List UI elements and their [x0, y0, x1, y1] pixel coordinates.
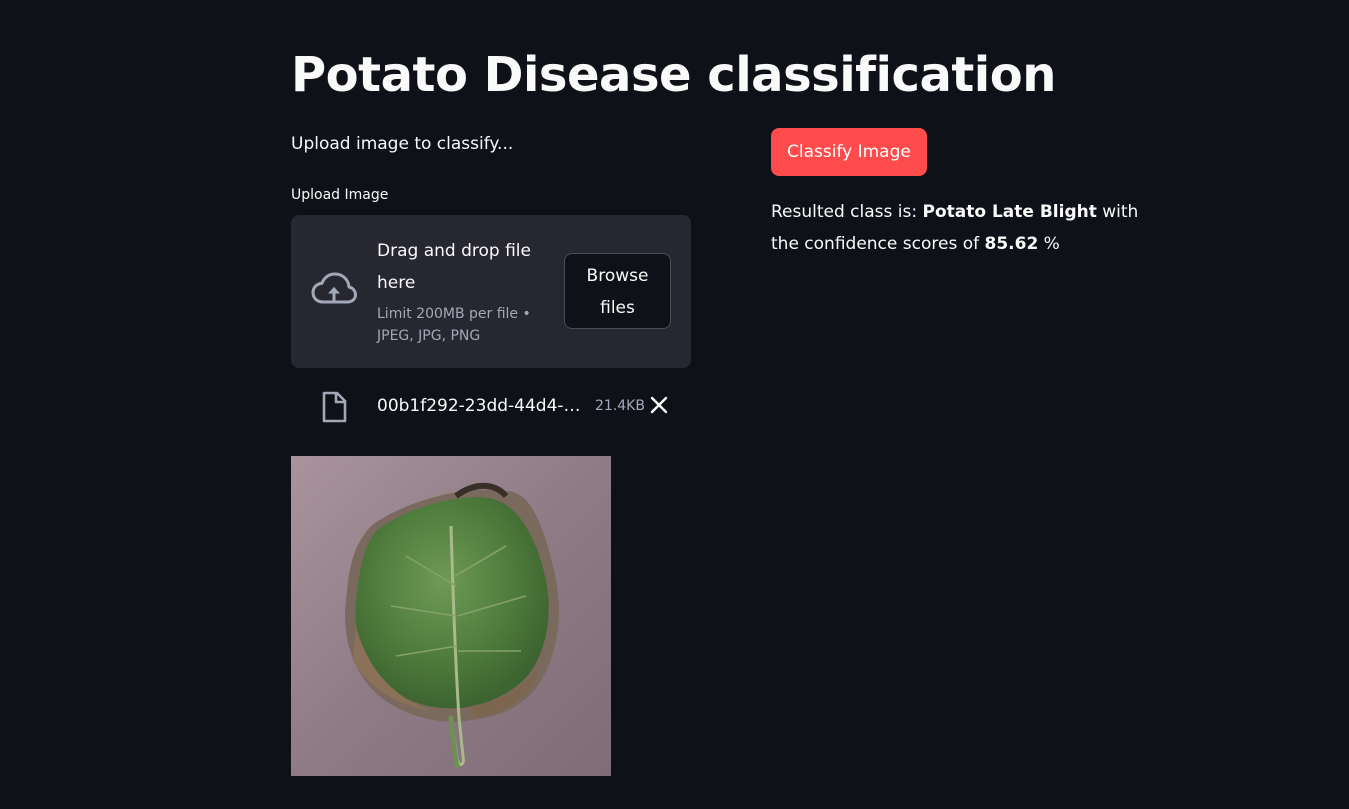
upload-intro-text: Upload image to classify...	[291, 134, 514, 154]
cloud-upload-icon	[311, 272, 357, 304]
result-suffix: %	[1038, 234, 1060, 254]
browse-files-button[interactable]: Browse files	[564, 253, 671, 329]
uploaded-file-name: 00b1f292-23dd-44d4-a...	[377, 396, 587, 416]
uploaded-file-size: 21.4KB	[595, 398, 645, 414]
classify-image-button[interactable]: Classify Image	[771, 128, 927, 176]
close-icon[interactable]	[649, 395, 669, 415]
file-limit-text: Limit 200MB per file • JPEG, JPG, PNG	[377, 306, 531, 344]
result-confidence: 85.62	[984, 234, 1039, 254]
page-title: Potato Disease classification	[291, 47, 1056, 103]
result-class-name: Potato Late Blight	[922, 202, 1097, 222]
upload-label: Upload Image	[291, 187, 389, 203]
file-dropzone[interactable]: Drag and drop file here Limit 200MB per …	[291, 215, 691, 368]
app-page: Potato Disease classification Upload ima…	[0, 0, 1349, 809]
file-icon	[322, 391, 347, 423]
result-prefix: Resulted class is:	[771, 202, 923, 222]
classification-result: Resulted class is: Potato Late Blight wi…	[771, 196, 1171, 260]
uploaded-file-item: 00b1f292-23dd-44d4-a... 21.4KB	[291, 385, 691, 429]
drop-instruction: Drag and drop file here	[377, 241, 531, 293]
uploaded-leaf-image	[291, 456, 611, 776]
